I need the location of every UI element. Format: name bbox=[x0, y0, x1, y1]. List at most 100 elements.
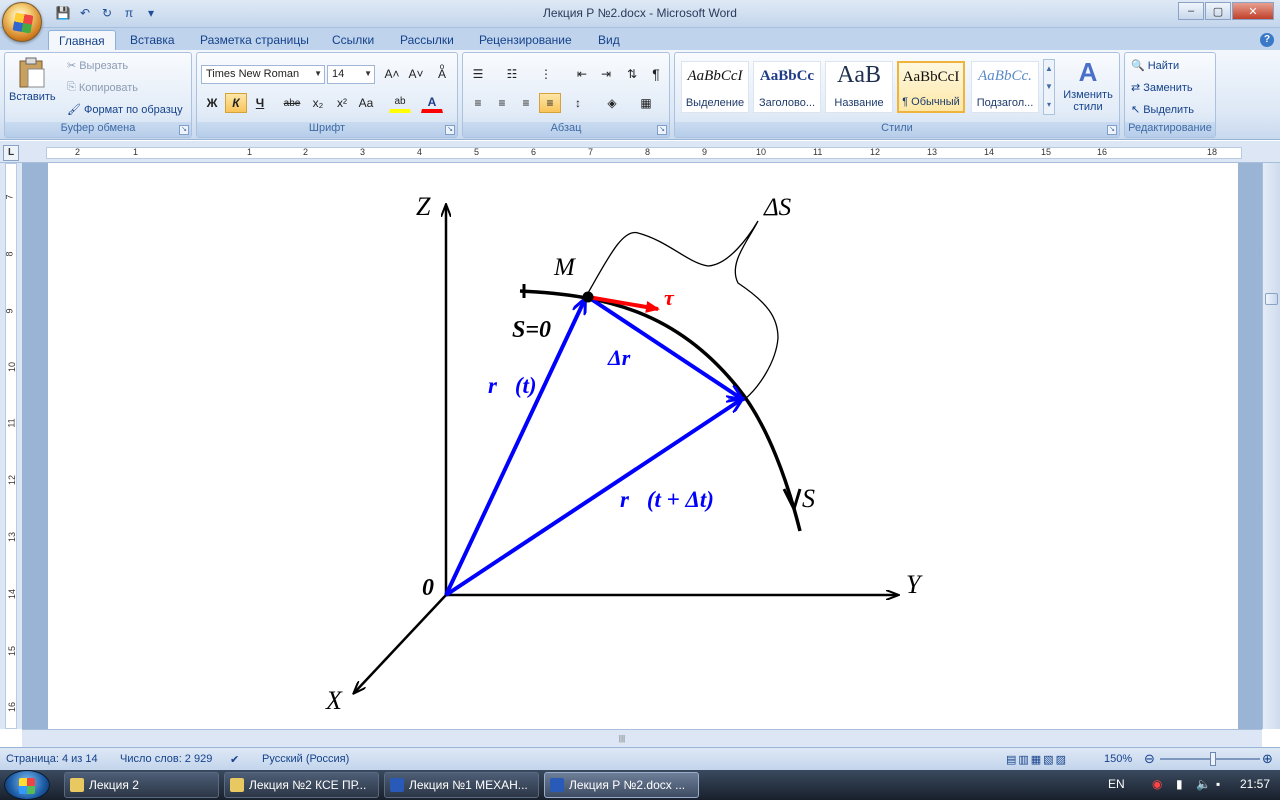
antivirus-icon[interactable]: ◉ bbox=[1152, 777, 1162, 791]
style-subtitle[interactable]: AaBbCc. Подзагол... bbox=[971, 61, 1039, 113]
change-case-button[interactable]: Aa bbox=[355, 93, 377, 113]
paste-button[interactable]: Вставить bbox=[9, 57, 56, 103]
increase-indent-icon[interactable]: ⇥ bbox=[595, 64, 617, 84]
clock[interactable]: 21:57 bbox=[1240, 777, 1270, 791]
tab-references[interactable]: Ссылки bbox=[322, 30, 384, 50]
document-page[interactable]: Z Y X 0 M ΔS S=0 S τ⃗ r⃗(t) Δr⃗ r⃗(t + Δ… bbox=[48, 163, 1238, 729]
align-center-icon[interactable]: ≡ bbox=[491, 93, 513, 113]
font-color-button[interactable]: A bbox=[421, 93, 443, 113]
close-button[interactable]: ✕ bbox=[1232, 2, 1274, 20]
taskbar-item[interactable]: Лекция №2 КСЕ ПР... bbox=[224, 772, 379, 798]
tab-selector-button[interactable]: L bbox=[3, 145, 19, 161]
help-icon[interactable]: ? bbox=[1260, 33, 1274, 47]
zoom-slider-knob[interactable] bbox=[1210, 752, 1216, 766]
ruler-label: 14 bbox=[984, 147, 995, 157]
vruler-label: 16 bbox=[7, 701, 18, 713]
strikethrough-button[interactable]: abe bbox=[281, 93, 303, 113]
bold-button[interactable]: Ж bbox=[201, 93, 223, 113]
language-bar[interactable]: EN bbox=[1108, 777, 1125, 791]
tab-review[interactable]: Рецензирование bbox=[469, 30, 582, 50]
find-button[interactable]: 🔍 Найти bbox=[1131, 59, 1179, 73]
format-painter-label: Формат по образцу bbox=[83, 103, 183, 116]
borders-icon[interactable]: ▦ bbox=[635, 93, 657, 113]
font-name-select[interactable]: Times New Roman ▼ bbox=[201, 65, 325, 84]
superscript-button[interactable]: x² bbox=[331, 93, 353, 113]
ruler-label: 15 bbox=[1041, 147, 1052, 157]
align-left-icon[interactable]: ≡ bbox=[467, 93, 489, 113]
style-title[interactable]: AaB Название bbox=[825, 61, 893, 113]
replace-button[interactable]: ⇄ Заменить bbox=[1131, 81, 1193, 95]
proofing-icon[interactable]: ✔ bbox=[230, 753, 239, 766]
style-emphasis[interactable]: AaBbCcI Выделение bbox=[681, 61, 749, 113]
style-heading[interactable]: AaBbCc Заголово... bbox=[753, 61, 821, 113]
font-size-value: 14 bbox=[332, 68, 345, 80]
word-count[interactable]: Число слов: 2 929 bbox=[120, 753, 212, 765]
horizontal-scrollbar[interactable]: ||| bbox=[22, 729, 1262, 747]
start-button[interactable] bbox=[4, 770, 50, 800]
select-button[interactable]: ↖ Выделить bbox=[1131, 103, 1194, 117]
show-marks-button[interactable]: ¶ bbox=[645, 64, 667, 84]
ruler-label: 3 bbox=[360, 147, 366, 157]
taskbar-item[interactable]: Лекция Р №2.docx ... bbox=[544, 772, 699, 798]
grow-font-button[interactable]: A˄ bbox=[381, 64, 403, 84]
page-count[interactable]: Страница: 4 из 14 bbox=[6, 753, 98, 765]
tab-home[interactable]: Главная bbox=[48, 30, 116, 50]
decrease-indent-icon[interactable]: ⇤ bbox=[571, 64, 593, 84]
clear-format-button[interactable]: Aͦ bbox=[431, 64, 453, 84]
ruler-strip[interactable]: 2 1 1 2 3 4 5 6 7 8 9 10 11 12 13 14 15 16 18 bbox=[46, 147, 1242, 159]
format-painter-button[interactable]: 🖌 Формат по образцу bbox=[67, 103, 183, 117]
justify-icon[interactable]: ≡ bbox=[539, 93, 561, 113]
subscript-button[interactable]: x₂ bbox=[307, 93, 329, 113]
font-launcher-icon[interactable]: ↘ bbox=[445, 125, 455, 135]
italic-button[interactable]: К bbox=[225, 93, 247, 113]
maximize-button[interactable]: ▢ bbox=[1205, 2, 1231, 20]
copy-button[interactable]: ⎘ Копировать bbox=[67, 81, 138, 94]
styles-launcher-icon[interactable]: ↘ bbox=[1107, 125, 1117, 135]
align-right-icon[interactable]: ≡ bbox=[515, 93, 537, 113]
shading-icon[interactable]: ◈ bbox=[601, 93, 623, 113]
tab-page-layout[interactable]: Разметка страницы bbox=[190, 30, 319, 50]
office-button[interactable] bbox=[2, 2, 42, 42]
line-spacing-icon[interactable]: ↕ bbox=[567, 93, 589, 113]
ruler-label: 7 bbox=[588, 147, 594, 157]
network-icon[interactable]: ▮ bbox=[1176, 777, 1183, 791]
style-name: ¶ Обычный bbox=[902, 96, 960, 108]
style-normal[interactable]: AaBbCcI ¶ Обычный bbox=[897, 61, 965, 113]
taskbar-item[interactable]: Лекция №1 МЕХАН... bbox=[384, 772, 539, 798]
replace-label: Заменить bbox=[1143, 81, 1193, 94]
highlight-button[interactable]: ab bbox=[389, 93, 411, 113]
copy-icon: ⎘ bbox=[67, 81, 76, 93]
numbering-icon[interactable]: ☷ bbox=[501, 64, 523, 84]
point-m-dot bbox=[582, 291, 594, 303]
bullets-icon[interactable]: ☰ bbox=[467, 64, 489, 84]
clipboard-launcher-icon[interactable]: ↘ bbox=[179, 125, 189, 135]
zoom-level[interactable]: 150% bbox=[1104, 753, 1132, 765]
style-sample: AaBbCcI bbox=[902, 69, 960, 85]
taskbar-item[interactable]: Лекция 2 bbox=[64, 772, 219, 798]
font-size-select[interactable]: 14 ▼ bbox=[327, 65, 375, 84]
vruler-label: 15 bbox=[7, 645, 18, 657]
underline-button[interactable]: Ч bbox=[249, 93, 271, 113]
horizontal-scroll-thumb[interactable]: ||| bbox=[612, 734, 632, 744]
multilevel-list-icon[interactable]: ⋮ bbox=[535, 64, 557, 84]
minimize-button[interactable]: – bbox=[1178, 2, 1204, 20]
tray-icon[interactable]: ▪ bbox=[1216, 777, 1220, 791]
volume-icon[interactable]: 🔈 bbox=[1196, 777, 1211, 791]
language-indicator[interactable]: Русский (Россия) bbox=[262, 753, 349, 765]
vruler-strip[interactable]: 7 8 9 10 11 12 13 14 15 16 bbox=[5, 163, 17, 729]
sort-icon[interactable]: ⇅ bbox=[621, 64, 643, 84]
paragraph-launcher-icon[interactable]: ↘ bbox=[657, 125, 667, 135]
label-s-zero: S=0 bbox=[512, 317, 551, 343]
styles-scroll[interactable]: ▲ ▼ ▾ bbox=[1043, 59, 1055, 115]
tab-insert[interactable]: Вставка bbox=[120, 30, 185, 50]
change-styles-button[interactable]: A Изменить стили bbox=[1059, 57, 1117, 113]
vertical-scrollbar[interactable] bbox=[1262, 163, 1280, 729]
tab-view[interactable]: Вид bbox=[588, 30, 630, 50]
tab-mailings[interactable]: Рассылки bbox=[390, 30, 464, 50]
view-buttons-icon[interactable]: ▤▥▦▧▨ bbox=[1006, 753, 1068, 766]
vertical-scroll-thumb[interactable] bbox=[1265, 293, 1278, 305]
zoom-out-icon[interactable]: ⊖ bbox=[1144, 751, 1155, 767]
cut-button[interactable]: ✂ Вырезать bbox=[67, 59, 128, 73]
shrink-font-button[interactable]: A˅ bbox=[405, 64, 427, 84]
zoom-in-icon[interactable]: ⊕ bbox=[1262, 751, 1273, 767]
